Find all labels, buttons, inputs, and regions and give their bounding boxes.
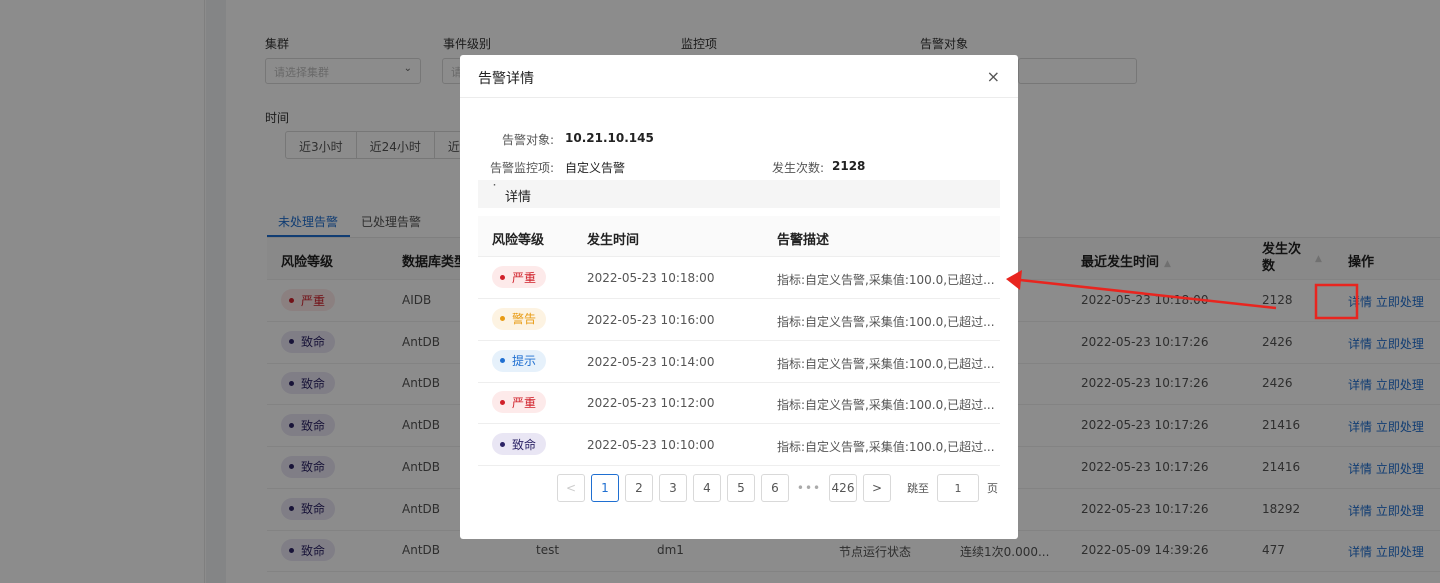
annotation-arrow-head [1006, 270, 1022, 290]
annotation-arrow [1006, 270, 1359, 320]
annotation-arrow-line [1019, 278, 1277, 310]
annotation-highlight-box [1314, 283, 1359, 320]
